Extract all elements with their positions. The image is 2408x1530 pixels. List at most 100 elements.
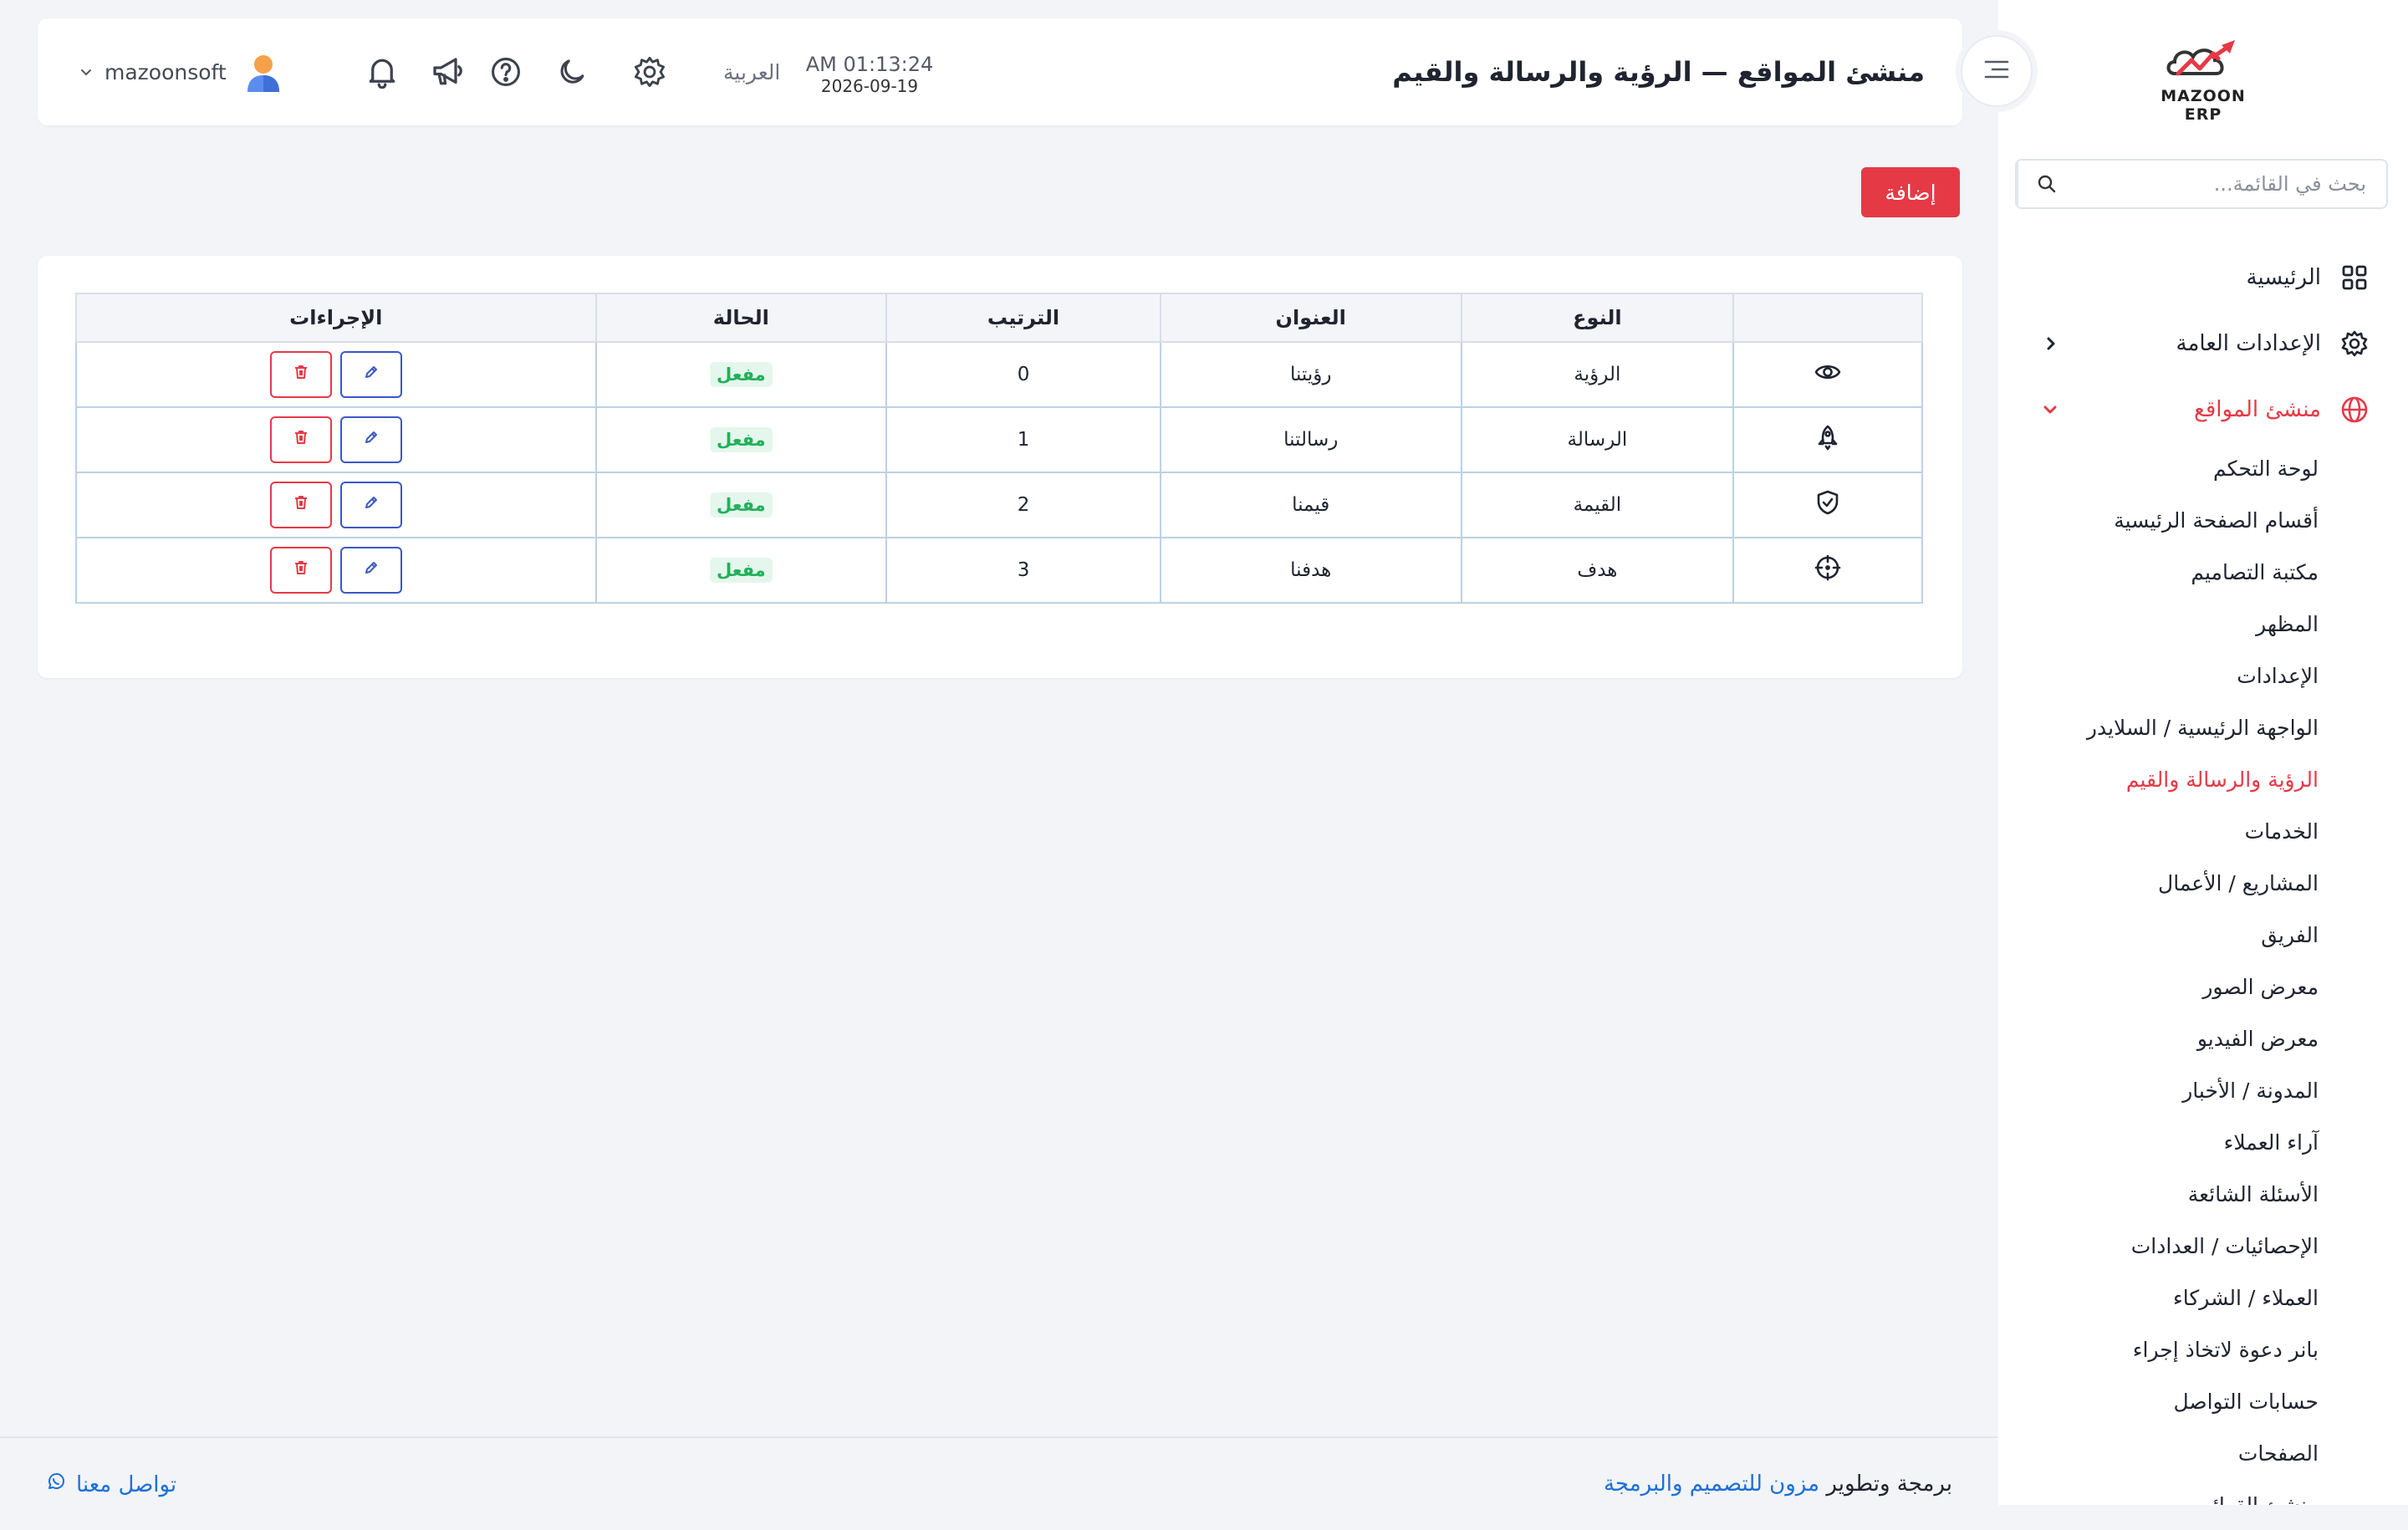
- submenu-item[interactable]: العملاء / الشركاء: [1998, 1272, 2408, 1323]
- globe-icon: [2339, 395, 2370, 425]
- row-title: رؤيتنا: [1159, 341, 1462, 408]
- sidebar-item-label: الإعدادات العامة: [2176, 330, 2321, 356]
- user-menu[interactable]: mazoonsoft: [79, 18, 227, 125]
- delete-button[interactable]: [269, 351, 332, 398]
- table-row: القيمة قيمنا 2 مفعل: [75, 472, 1923, 538]
- row-status-cell: مفعل: [594, 472, 888, 538]
- trash-icon: [293, 559, 309, 581]
- contact-label: تواصل معنا: [76, 1471, 177, 1497]
- sidebar: MAZOON ERP الرئيسية الإعدادات العامة: [1998, 0, 2408, 1505]
- submenu-item[interactable]: أقسام الصفحة الرئيسية: [1998, 494, 2408, 546]
- submenu-item[interactable]: الخدمات: [1998, 805, 2408, 857]
- help-icon[interactable]: [487, 54, 524, 90]
- edit-button[interactable]: [339, 351, 402, 398]
- trash-icon: [293, 494, 309, 516]
- edit-button[interactable]: [339, 547, 402, 594]
- status-badge: مفعل: [709, 427, 773, 452]
- edit-button[interactable]: [339, 482, 402, 528]
- sidebar-item-label: منشئ المواقع: [2193, 396, 2321, 422]
- submenu-item[interactable]: منشئ القوائم: [1998, 1479, 2408, 1506]
- submenu-item[interactable]: الفريق: [1998, 909, 2408, 961]
- submenu-item[interactable]: المظهر: [1998, 598, 2408, 650]
- gear-icon[interactable]: [631, 54, 668, 90]
- gear-icon: [2339, 329, 2370, 359]
- row-type: القيمة: [1460, 472, 1735, 538]
- row-icon-cell: [1732, 406, 1923, 473]
- brand-logo[interactable]: MAZOON ERP: [2149, 37, 2258, 124]
- page-title: منشئ المواقع — الرؤية والرسالة والقيم: [1392, 56, 1925, 88]
- submenu-item[interactable]: مكتبة التصاميم: [1998, 546, 2408, 598]
- column-header-order[interactable]: الترتيب: [885, 293, 1161, 343]
- delete-button[interactable]: [269, 482, 332, 528]
- sidebar-search: [2015, 159, 2388, 209]
- search-icon[interactable]: [2017, 161, 2075, 207]
- chevron-down-icon: [79, 65, 93, 79]
- submenu-item[interactable]: الواجهة الرئيسية / السلايدر: [1998, 701, 2408, 753]
- delete-button[interactable]: [269, 547, 332, 594]
- username: mazoonsoft: [105, 59, 227, 84]
- bell-icon[interactable]: [364, 54, 400, 90]
- footer-credit-link[interactable]: مزون للتصميم والبرمجة: [1604, 1471, 1819, 1497]
- language-switcher[interactable]: العربية: [723, 18, 780, 125]
- moon-icon[interactable]: [554, 54, 591, 90]
- sidebar-item-home[interactable]: الرئيسية: [1998, 244, 2408, 310]
- row-icon-cell: [1732, 341, 1923, 408]
- menu-lines-icon: [1982, 58, 2011, 84]
- status-badge: مفعل: [709, 362, 773, 387]
- submenu-item[interactable]: آراء العملاء: [1998, 1116, 2408, 1168]
- sidebar-toggle-button[interactable]: [1961, 35, 2033, 107]
- submenu-item[interactable]: الإعدادات: [1998, 650, 2408, 701]
- add-button[interactable]: إضافة: [1861, 167, 1960, 217]
- sidebar-item-general-settings[interactable]: الإعدادات العامة: [1998, 310, 2408, 376]
- submenu-item[interactable]: المشاريع / الأعمال: [1998, 857, 2408, 909]
- submenu-item[interactable]: لوحة التحكم: [1998, 442, 2408, 494]
- row-icon-cell: [1732, 537, 1923, 604]
- column-header-status[interactable]: الحالة: [594, 293, 888, 343]
- avatar[interactable]: [242, 52, 284, 94]
- submenu-item[interactable]: معرض الفيديو: [1998, 1012, 2408, 1064]
- sidebar-search-input[interactable]: [2075, 172, 2386, 196]
- table-body: الرؤية رؤيتنا 0 مفعل الرسالة رسالتنا 1 مفعل القي…: [75, 341, 1923, 604]
- clock: AM 01:13:24 2026-09-19: [794, 52, 945, 95]
- table-header-row: النوع العنوان الترتيب الحالة الإجراءات: [75, 293, 1923, 343]
- pencil-icon: [363, 364, 380, 385]
- row-actions: [75, 472, 597, 538]
- submenu-item[interactable]: حسابات التواصل: [1998, 1375, 2408, 1427]
- pencil-icon: [363, 559, 380, 581]
- rocket-icon: [1814, 425, 1841, 456]
- submenu-item[interactable]: الرؤية والرسالة والقيم: [1998, 753, 2408, 805]
- site-builder-submenu: لوحة التحكم أقسام الصفحة الرئيسية مكتبة ال…: [1998, 442, 2408, 1506]
- column-header-actions: الإجراءات: [75, 293, 597, 343]
- column-header-title[interactable]: العنوان: [1159, 293, 1462, 343]
- submenu-item[interactable]: الصفحات: [1998, 1427, 2408, 1479]
- delete-button[interactable]: [269, 416, 332, 463]
- contact-link[interactable]: تواصل معنا: [46, 1471, 176, 1497]
- target-icon: [1814, 554, 1841, 586]
- trash-icon: [293, 364, 309, 385]
- submenu-item[interactable]: الأسئلة الشائعة: [1998, 1168, 2408, 1220]
- submenu-item[interactable]: معرض الصور: [1998, 961, 2408, 1012]
- column-header-type[interactable]: النوع: [1460, 293, 1735, 343]
- row-status-cell: مفعل: [594, 537, 888, 604]
- pencil-icon: [363, 429, 380, 451]
- status-badge: مفعل: [709, 492, 773, 518]
- column-header-icon: [1732, 293, 1923, 343]
- footer-credit: برمجة وتطوير مزون للتصميم والبرمجة: [1604, 1471, 1952, 1497]
- clock-time: AM 01:13:24: [805, 53, 934, 76]
- edit-button[interactable]: [339, 416, 402, 463]
- sidebar-item-site-builder[interactable]: منشئ المواقع: [1998, 376, 2408, 442]
- chevron-down-icon: [2040, 400, 2060, 420]
- whatsapp-icon: [46, 1471, 66, 1497]
- submenu-item[interactable]: بانر دعوة لاتخاذ إجراء: [1998, 1323, 2408, 1375]
- values-table: النوع العنوان الترتيب الحالة الإجراءات ا…: [75, 293, 1923, 604]
- submenu-item[interactable]: الإحصائيات / العدادات: [1998, 1220, 2408, 1272]
- row-actions: [75, 537, 597, 604]
- megaphone-icon[interactable]: [429, 54, 466, 90]
- row-order: 3: [885, 537, 1161, 604]
- trash-icon: [293, 429, 309, 451]
- content-card: النوع العنوان الترتيب الحالة الإجراءات ا…: [38, 256, 1962, 678]
- top-header: منشئ المواقع — الرؤية والرسالة والقيم AM…: [38, 18, 1962, 125]
- brand-name: MAZOON ERP: [2161, 87, 2246, 124]
- footer-credit-prefix: برمجة وتطوير: [1826, 1471, 1952, 1497]
- submenu-item[interactable]: المدونة / الأخبار: [1998, 1064, 2408, 1116]
